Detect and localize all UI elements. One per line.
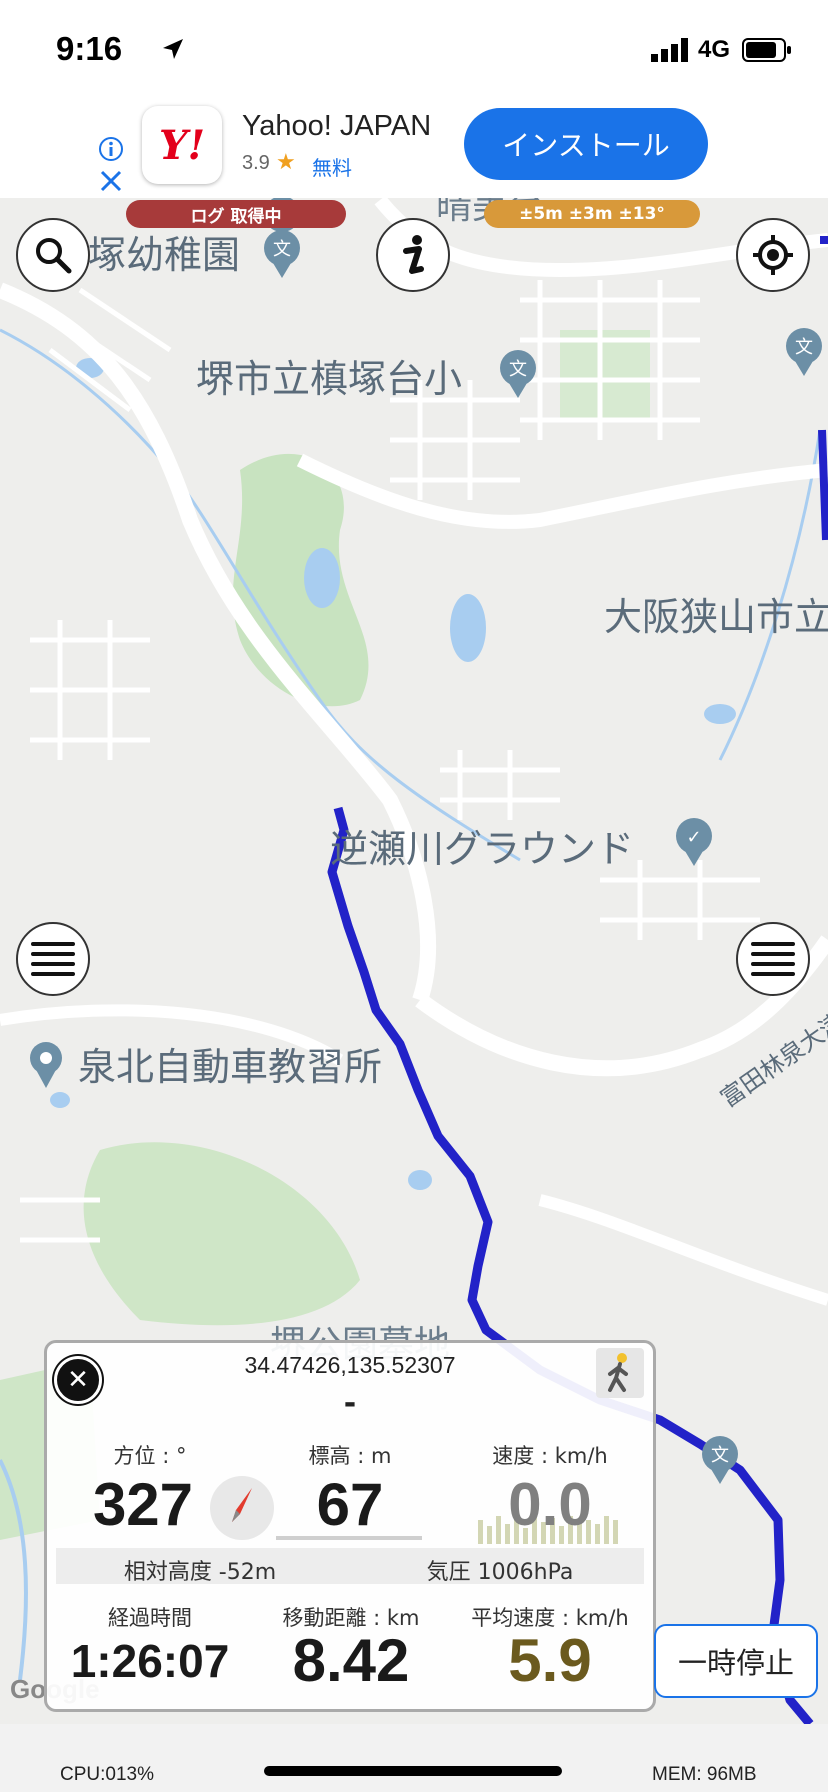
ad-close-icon[interactable] — [98, 168, 124, 194]
install-button[interactable]: インストール — [464, 108, 708, 180]
pond — [450, 594, 486, 662]
info-icon — [403, 235, 424, 274]
coordinates: 34.47426,135.52307 — [244, 1352, 456, 1378]
log-status-badge: ログ 取得中 — [126, 200, 346, 228]
svg-text:文: 文 — [711, 1445, 729, 1466]
pressure: 気圧 1006hPa — [426, 1560, 574, 1585]
map-label-kindergarten: 塚幼稚園 — [88, 233, 240, 277]
search-button[interactable] — [16, 218, 90, 292]
pond — [304, 548, 340, 608]
battery-icon — [742, 38, 791, 62]
svg-text:文: 文 — [509, 359, 527, 380]
elapsed-label: 経過時間 — [108, 1606, 192, 1630]
speed-value: 0.0 — [508, 1471, 592, 1538]
yahoo-logo: Y! — [142, 106, 222, 184]
pond — [50, 1092, 70, 1108]
panel-close-button[interactable]: ✕ — [54, 1356, 102, 1404]
map-label-driving-school: 泉北自動車教習所 — [78, 1045, 382, 1089]
right-menu-button[interactable] — [736, 922, 810, 996]
heading-label: 方位 : ° — [113, 1444, 187, 1468]
map-label-city: 大阪狭山市立 — [604, 595, 828, 639]
park-area — [560, 330, 650, 420]
altitude-value: 67 — [316, 1471, 384, 1538]
altitude-label: 標高 : m — [308, 1444, 392, 1468]
network-type: 4G — [698, 36, 731, 63]
svg-text:文: 文 — [795, 337, 813, 358]
info-button[interactable] — [376, 218, 450, 292]
ad-rating: 3.9 — [242, 152, 270, 174]
distance-value: 8.42 — [292, 1627, 410, 1694]
compass-icon — [210, 1476, 274, 1540]
ad-price: 無料 — [312, 156, 352, 180]
star-icon: ★ — [276, 150, 296, 175]
memory-usage: MEM: 96MB — [652, 1764, 757, 1785]
cpu-usage: CPU:013% — [60, 1764, 154, 1785]
location-arrow-icon — [163, 39, 183, 59]
status-time: 9:16 — [56, 30, 123, 67]
elapsed-value: 1:26:07 — [70, 1635, 230, 1687]
avg-speed-value: 5.9 — [508, 1627, 592, 1694]
pond — [704, 704, 736, 724]
map-label-elementary: 堺市立槙塚台小 — [196, 357, 462, 401]
pond — [408, 1170, 432, 1190]
relative-altitude: 相対高度 -52m — [123, 1560, 277, 1585]
place-name: - — [343, 1386, 357, 1421]
speed-label: 速度 : km/h — [492, 1444, 608, 1468]
svg-text:文: 文 — [273, 239, 291, 260]
signal-icon — [651, 38, 688, 62]
hamburger-icon — [751, 942, 795, 976]
walker-icon — [608, 1353, 628, 1392]
crosshair-icon — [753, 235, 793, 275]
pause-button[interactable]: 一時停止 — [654, 1624, 818, 1698]
heading-value: 327 — [92, 1471, 194, 1538]
walking-mode-button[interactable] — [596, 1348, 644, 1398]
locate-button[interactable] — [736, 218, 810, 292]
close-icon: ✕ — [67, 1365, 89, 1395]
hamburger-icon — [31, 942, 75, 976]
map-label-ground: 逆瀬川グラウンド — [330, 827, 634, 871]
svg-text:✓: ✓ — [686, 827, 701, 848]
home-indicator[interactable] — [264, 1766, 562, 1776]
left-menu-button[interactable] — [16, 922, 90, 996]
ad-info-icon[interactable] — [98, 136, 124, 162]
accuracy-badge: ±5m ±3m ±13° — [484, 200, 700, 228]
ad-app-name: Yahoo! JAPAN — [242, 110, 432, 142]
altitude-bar — [276, 1536, 422, 1540]
search-icon — [36, 238, 72, 274]
